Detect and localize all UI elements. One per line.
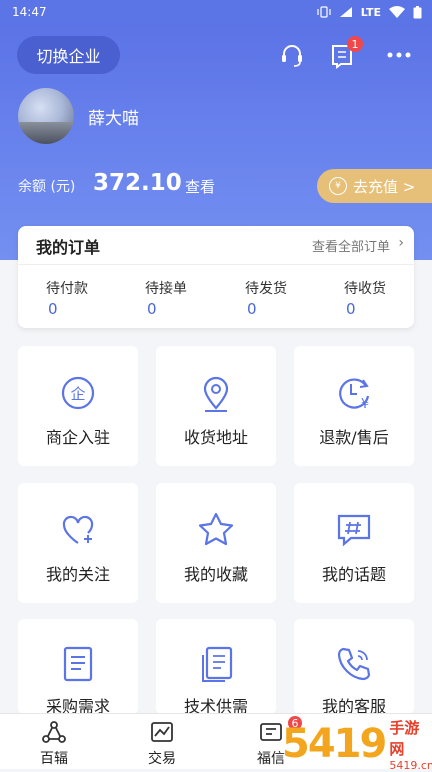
order-status-label: 待收货: [344, 281, 386, 297]
recharge-label: 去充值 >: [353, 177, 416, 196]
svg-text:¥: ¥: [361, 397, 369, 412]
watermark-number: 5419: [282, 721, 387, 767]
watermark-title: 手游网: [389, 718, 420, 758]
balance-label: 余额 (元): [18, 179, 76, 195]
vibrate-icon: [317, 6, 331, 18]
order-title: 我的订单: [36, 238, 101, 257]
tab-label: 百辐: [40, 751, 68, 767]
tab-trade[interactable]: 交易: [127, 720, 197, 768]
order-status-label: 待付款: [46, 281, 88, 297]
grid-item-label: 商企入驻: [45, 428, 110, 447]
hub-icon: [42, 721, 66, 743]
view-all-orders-link[interactable]: 查看全部订单: [312, 236, 390, 255]
grid-item-customer-service[interactable]: 我的客服: [294, 619, 414, 716]
customer-service-icon[interactable]: [277, 40, 307, 70]
heart-plus-icon: [55, 507, 101, 553]
tab-baifu[interactable]: 百辐: [19, 720, 89, 768]
grid-item-label: 退款/售后: [319, 428, 389, 447]
switch-enterprise-button[interactable]: 切换企业: [17, 36, 120, 74]
tab-label: 交易: [148, 751, 176, 767]
network-label: LTE: [360, 5, 381, 19]
watermark-logo: 5419 手游网 5419.cn: [282, 718, 432, 772]
grid-item-tech-supply[interactable]: 技术供需: [156, 619, 276, 716]
grid-item-label: 收货地址: [183, 428, 248, 447]
more-icon[interactable]: [384, 40, 414, 70]
coin-icon: ¥: [329, 177, 347, 195]
grid-item-refund[interactable]: ¥ 退款/售后: [294, 346, 414, 466]
order-status-count: 0: [147, 300, 157, 318]
order-status-label: 待发货: [245, 281, 287, 297]
grid-item-follow[interactable]: 我的关注: [18, 483, 138, 603]
order-status-pending-ship[interactable]: 待发货 0: [245, 278, 335, 318]
order-status-label: 待接单: [145, 281, 187, 297]
message-icon[interactable]: 1: [327, 36, 363, 70]
grid-item-favorites[interactable]: 我的收藏: [156, 483, 276, 603]
grid-item-purchase[interactable]: 采购需求: [18, 619, 138, 716]
watermark-domain: 5419.cn: [389, 758, 432, 772]
grid-item-topics[interactable]: 我的话题: [294, 483, 414, 603]
order-card: 我的订单 查看全部订单 › 待付款 0 待接单 0 待发货 0 待收货 0: [18, 226, 414, 328]
tab-label: 福信: [257, 751, 285, 767]
star-icon: [193, 507, 239, 553]
grid-item-label: 我的话题: [321, 565, 386, 584]
message-icon: [260, 723, 282, 741]
order-status-count: 0: [48, 300, 58, 318]
trade-chart-icon: [151, 722, 173, 742]
wifi-icon: [389, 6, 405, 18]
divider: [18, 264, 414, 265]
grid-item-address[interactable]: 收货地址: [156, 346, 276, 466]
recharge-button[interactable]: ¥ 去充值 >: [317, 169, 432, 203]
document-icon: [55, 643, 101, 685]
status-bar: 14:47 LTE: [0, 0, 432, 24]
grid-item-label: 我的关注: [45, 565, 110, 584]
status-time: 14:47: [12, 5, 47, 19]
location-pin-icon: [193, 370, 239, 416]
chevron-right-icon[interactable]: ›: [398, 235, 404, 251]
order-status-count: 0: [346, 300, 356, 318]
avatar[interactable]: [18, 88, 74, 144]
username: 薛大喵: [88, 109, 139, 129]
order-status-pending-payment[interactable]: 待付款 0: [46, 278, 136, 318]
balance-value: 372.10: [93, 170, 182, 196]
battery-icon: [413, 5, 422, 18]
profile-header: 切换企业 1 薛大喵 余额 (元) 372.10 查看 ¥ 去充值 >: [0, 24, 432, 260]
balance-view-link[interactable]: 查看: [185, 176, 215, 197]
grid-item-label: 我的收藏: [183, 565, 248, 584]
phone-icon: [331, 643, 377, 685]
order-status-count: 0: [247, 300, 257, 318]
signal-icon: [339, 7, 352, 17]
grid-item-enterprise[interactable]: 企 商企入驻: [18, 346, 138, 466]
enterprise-icon: 企: [55, 370, 101, 416]
order-status-pending-accept[interactable]: 待接单 0: [145, 278, 235, 318]
order-status-pending-receive[interactable]: 待收货 0: [344, 278, 432, 318]
svg-text:企: 企: [70, 385, 85, 403]
documents-icon: [193, 643, 239, 685]
hashtag-chat-icon: [331, 507, 377, 553]
refund-clock-icon: ¥: [331, 370, 377, 416]
message-badge: 1: [347, 36, 363, 52]
